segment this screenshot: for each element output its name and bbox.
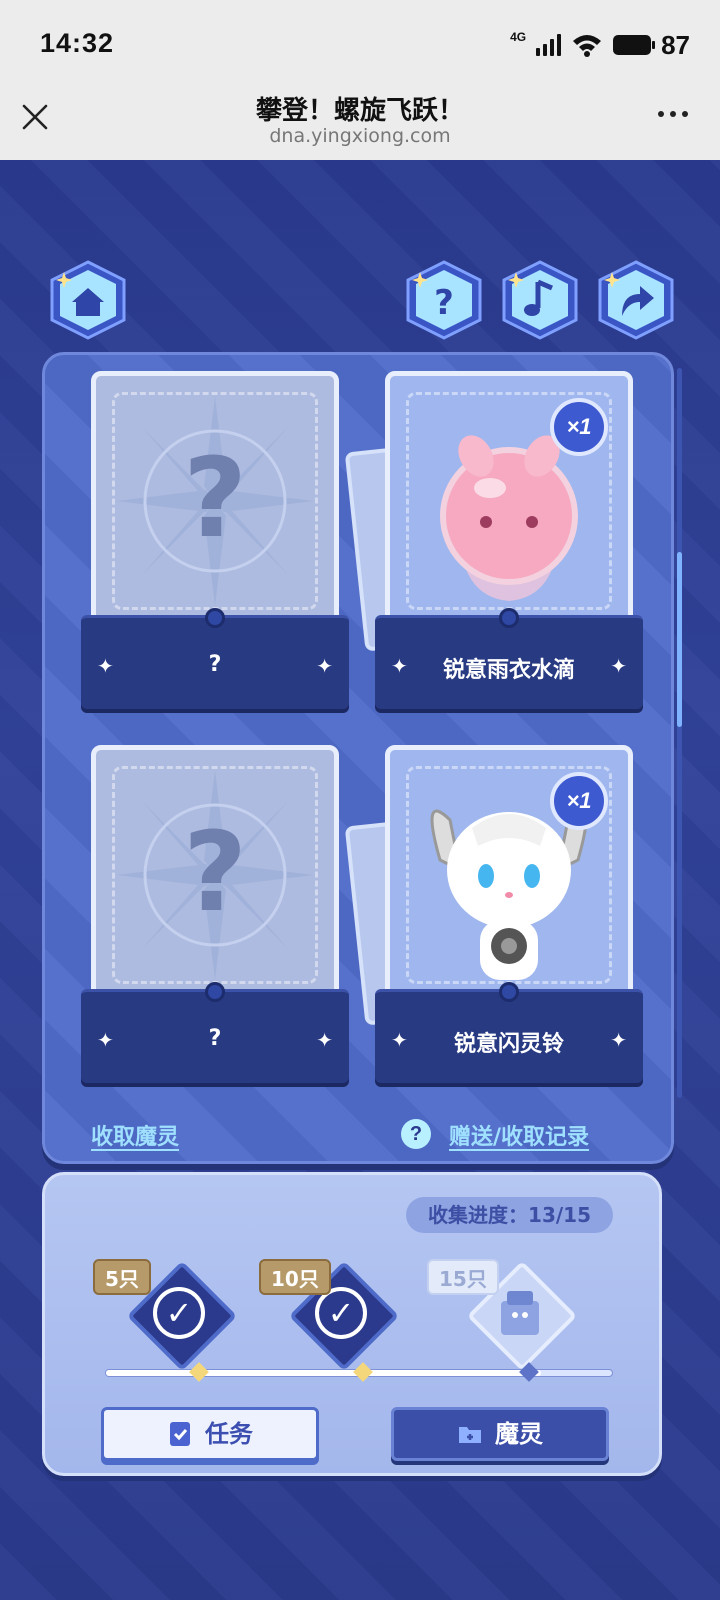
svg-text:?: ? xyxy=(183,808,247,936)
folder-icon xyxy=(459,1427,481,1443)
card-unknown-2[interactable]: ? ✦ ? ✦ xyxy=(81,745,349,1087)
browser-header: 攀登！螺旋飞跃！ dna.yingxiong.com xyxy=(0,90,720,160)
card-raincoat-drop[interactable]: ×1 ✦ 锐意雨衣水滴 ✦ xyxy=(344,371,643,713)
status-time: 14:32 xyxy=(40,28,115,58)
more-icon[interactable] xyxy=(658,104,694,124)
card-base: ✦ ? ✦ xyxy=(81,608,349,709)
card-face: ×1 xyxy=(385,371,633,631)
home-icon[interactable] xyxy=(46,258,130,342)
task-button[interactable]: 任务 xyxy=(101,1407,319,1461)
check-icon: ✓ xyxy=(153,1287,205,1339)
status-bar: 14:32 4G 87 xyxy=(0,0,720,90)
page-title: 攀登！螺旋飞跃！ xyxy=(255,96,464,126)
progress-label: 收集进度：13/15 xyxy=(406,1197,613,1233)
card-base: ✦ 锐意闪灵铃 ✦ xyxy=(375,982,643,1083)
signal-icon xyxy=(536,34,562,56)
collect-link[interactable]: 收取魔灵 xyxy=(91,1119,179,1151)
svg-text:?: ? xyxy=(434,283,454,323)
unknown-emblem-icon: ? xyxy=(116,396,314,606)
demon-label: 魔灵 xyxy=(495,1420,543,1448)
records-help-icon[interactable]: ? xyxy=(401,1119,431,1149)
svg-text:?: ? xyxy=(183,434,247,562)
battery-level: 87 xyxy=(661,29,690,60)
network-label: 4G xyxy=(510,30,527,44)
card-face: ? xyxy=(91,371,339,631)
card-flash-bell[interactable]: ×1 ✦ 锐意闪灵铃 ✦ xyxy=(344,745,643,1087)
card-face: ×1 xyxy=(385,745,633,1005)
music-icon[interactable] xyxy=(498,258,582,342)
cards-panel: ? ✦ ? ✦ ×1 ✦ 锐意雨衣水滴 ✦ ? ✦ ? ✦ ×1 ✦ 锐意闪灵铃… xyxy=(42,352,674,1164)
unknown-emblem-icon: ? xyxy=(116,770,314,980)
card-base: ✦ 锐意雨衣水滴 ✦ xyxy=(375,608,643,709)
page-url: dna.yingxiong.com xyxy=(269,125,451,147)
card-base: ✦ ? ✦ xyxy=(81,982,349,1083)
milestone-label: 15只 xyxy=(427,1259,499,1295)
card-unknown-1[interactable]: ? ✦ ? ✦ xyxy=(81,371,349,713)
count-badge: ×1 xyxy=(550,772,608,830)
scrollbar-thumb[interactable] xyxy=(677,552,682,727)
progress-panel: 收集进度：13/15 ✓ 5只 ✓ 10只 15只 任务 魔灵 xyxy=(42,1172,662,1476)
wifi-icon xyxy=(573,35,602,57)
help-icon[interactable]: ? xyxy=(402,258,486,342)
task-icon xyxy=(170,1422,190,1446)
scrollbar-track[interactable] xyxy=(677,368,682,1098)
task-label: 任务 xyxy=(205,1420,253,1448)
battery-icon xyxy=(613,35,656,55)
gift-box-icon xyxy=(501,1291,539,1335)
card-name: ? xyxy=(208,652,222,677)
count-badge: ×1 xyxy=(550,398,608,456)
milestone-label: 5只 xyxy=(93,1259,151,1295)
share-icon[interactable] xyxy=(594,258,678,342)
card-name: 锐意雨衣水滴 xyxy=(442,658,575,683)
records-link[interactable]: 赠送/收取记录 xyxy=(449,1119,589,1151)
progress-fill xyxy=(106,1370,542,1376)
demon-button[interactable]: 魔灵 xyxy=(391,1407,609,1461)
progress-track xyxy=(105,1362,613,1382)
card-name: ? xyxy=(208,1026,222,1051)
game-area: ? ? ✦ ? ✦ ×1 ✦ 锐意雨衣水滴 ✦ ? ✦ ? ✦ ×1 ✦ 锐意闪… xyxy=(0,160,720,1600)
milestone-label: 10只 xyxy=(259,1259,331,1295)
card-name: 锐意闪灵铃 xyxy=(453,1032,564,1057)
card-face: ? xyxy=(91,745,339,1005)
progress-value: 13/15 xyxy=(528,1203,591,1227)
status-icons: 4G 87 xyxy=(510,30,690,60)
